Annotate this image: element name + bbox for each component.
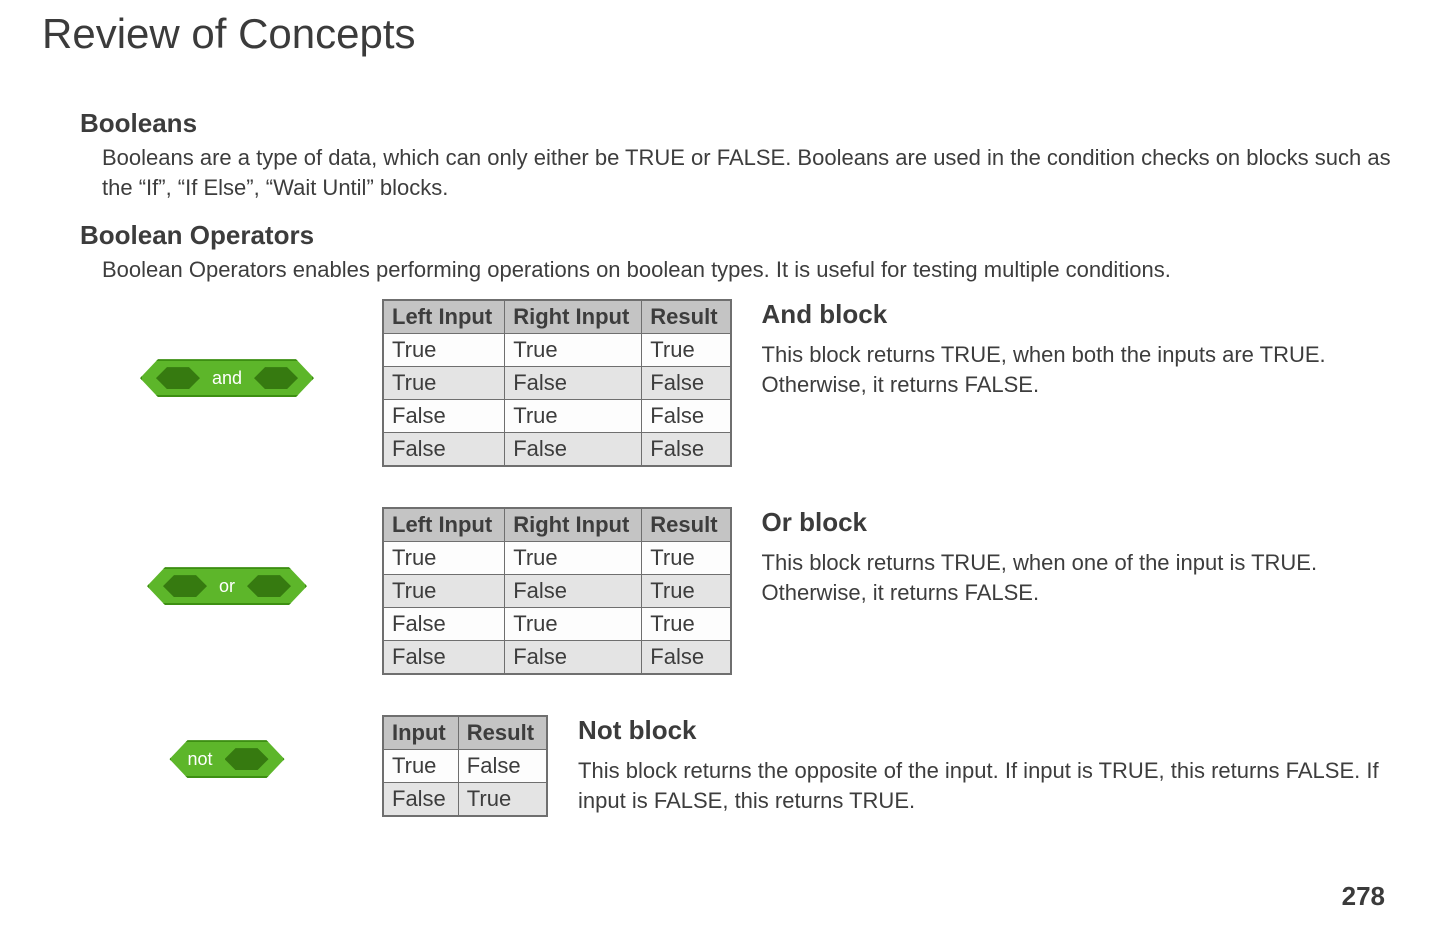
table-cell: False — [642, 433, 731, 467]
operators-heading: Boolean Operators — [80, 220, 1400, 251]
not-block-col: not — [102, 715, 352, 778]
table-cell: False — [642, 641, 731, 675]
or-title: Or block — [762, 507, 1400, 538]
not-title: Not block — [578, 715, 1400, 746]
table-row: True True True — [383, 334, 731, 367]
table-cell: False — [383, 400, 505, 433]
table-row: False False False — [383, 641, 731, 675]
table-cell: False — [458, 750, 547, 783]
and-truth-table: Left Input Right Input Result True True … — [382, 299, 732, 467]
and-table-col: Left Input Right Input Result True True … — [382, 299, 732, 467]
table-cell: False — [505, 367, 642, 400]
table-header: Result — [642, 300, 731, 334]
table-cell: True — [383, 750, 458, 783]
and-body: This block returns TRUE, when both the i… — [762, 340, 1400, 399]
and-desc: And block This block returns TRUE, when … — [762, 299, 1400, 399]
table-header-row: Left Input Right Input Result — [383, 300, 731, 334]
and-block-col: and — [102, 299, 352, 397]
booleans-heading: Booleans — [80, 108, 1400, 139]
table-cell: False — [383, 433, 505, 467]
table-cell: True — [642, 608, 731, 641]
hex-right-icon — [225, 748, 269, 770]
table-header: Right Input — [505, 508, 642, 542]
table-cell: True — [458, 783, 547, 817]
table-cell: False — [383, 608, 505, 641]
not-block-icon: not — [169, 740, 284, 778]
table-cell: False — [383, 641, 505, 675]
or-body: This block returns TRUE, when one of the… — [762, 548, 1400, 607]
table-cell: True — [505, 542, 642, 575]
page-number: 278 — [1342, 881, 1385, 912]
or-block-col: or — [102, 507, 352, 605]
table-row: True False False — [383, 367, 731, 400]
and-title: And block — [762, 299, 1400, 330]
or-table-col: Left Input Right Input Result True True … — [382, 507, 732, 675]
and-row: and Left Input Right Input Result True T… — [102, 299, 1400, 467]
booleans-section: Booleans Booleans are a type of data, wh… — [80, 108, 1400, 202]
operators-body: Boolean Operators enables performing ope… — [102, 255, 1400, 285]
table-cell: True — [642, 542, 731, 575]
not-table-col: Input Result True False False True — [382, 715, 548, 817]
table-cell: False — [505, 433, 642, 467]
table-cell: True — [383, 542, 505, 575]
page-title: Review of Concepts — [42, 10, 1400, 58]
table-header: Left Input — [383, 508, 505, 542]
operators-section: Boolean Operators Boolean Operators enab… — [80, 220, 1400, 817]
or-truth-table: Left Input Right Input Result True True … — [382, 507, 732, 675]
table-cell: True — [642, 334, 731, 367]
table-header: Result — [458, 716, 547, 750]
hex-right-icon — [247, 575, 291, 597]
or-row: or Left Input Right Input Result True Tr… — [102, 507, 1400, 675]
table-header-row: Left Input Right Input Result — [383, 508, 731, 542]
or-block-icon: or — [147, 567, 307, 605]
not-desc: Not block This block returns the opposit… — [578, 715, 1400, 815]
table-cell: True — [505, 334, 642, 367]
table-header: Left Input — [383, 300, 505, 334]
table-row: False False False — [383, 433, 731, 467]
hex-left-icon — [163, 575, 207, 597]
or-block-label: or — [217, 576, 237, 597]
table-cell: False — [383, 783, 458, 817]
or-desc: Or block This block returns TRUE, when o… — [762, 507, 1400, 607]
table-row: False True False — [383, 400, 731, 433]
table-header: Right Input — [505, 300, 642, 334]
table-cell: True — [505, 608, 642, 641]
table-row: True False True — [383, 575, 731, 608]
and-block-label: and — [210, 368, 244, 389]
table-row: True True True — [383, 542, 731, 575]
table-header-row: Input Result — [383, 716, 547, 750]
table-header: Result — [642, 508, 731, 542]
table-row: True False — [383, 750, 547, 783]
table-cell: True — [642, 575, 731, 608]
table-cell: False — [505, 575, 642, 608]
not-block-label: not — [185, 749, 214, 770]
table-row: False True — [383, 783, 547, 817]
not-body: This block returns the opposite of the i… — [578, 756, 1400, 815]
table-cell: False — [505, 641, 642, 675]
booleans-body: Booleans are a type of data, which can o… — [102, 143, 1400, 202]
table-cell: False — [642, 400, 731, 433]
and-block-icon: and — [140, 359, 314, 397]
table-row: False True True — [383, 608, 731, 641]
not-row: not Input Result True False False True — [102, 715, 1400, 817]
table-cell: True — [383, 575, 505, 608]
not-truth-table: Input Result True False False True — [382, 715, 548, 817]
table-cell: True — [505, 400, 642, 433]
hex-left-icon — [156, 367, 200, 389]
table-cell: False — [642, 367, 731, 400]
table-cell: True — [383, 367, 505, 400]
table-cell: True — [383, 334, 505, 367]
hex-right-icon — [254, 367, 298, 389]
table-header: Input — [383, 716, 458, 750]
